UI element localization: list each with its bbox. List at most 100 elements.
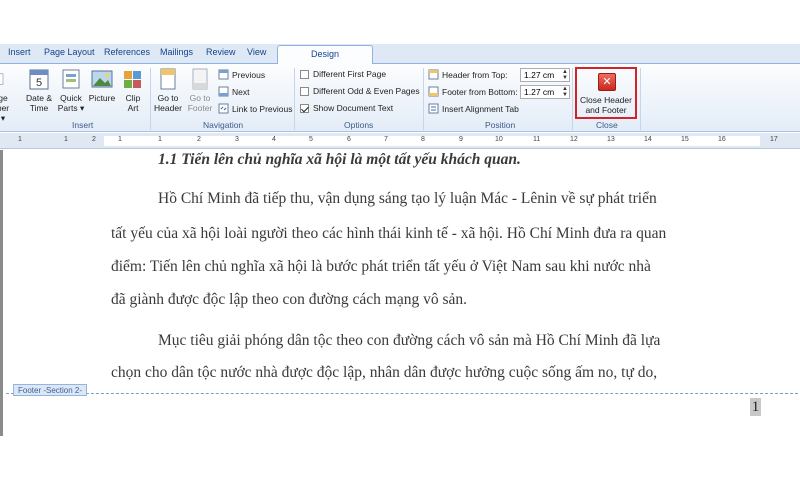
ruler-number: 2 [92, 136, 96, 143]
different-odd-even-checkbox[interactable]: Different Odd & Even Pages [300, 86, 420, 96]
group-label-insert: Insert [72, 120, 94, 130]
show-document-text-label: Show Document Text [313, 103, 394, 113]
picture-button[interactable]: Picture [86, 67, 118, 103]
go-to-footer-label-1: Go to [189, 93, 211, 103]
go-to-footer-icon [192, 68, 208, 90]
quick-parts-button[interactable]: Quick Parts ▾ [56, 67, 86, 113]
ruler-number: 1 [64, 136, 68, 143]
ruler-number: 1 [118, 136, 122, 143]
header-position-icon [428, 69, 439, 80]
insert-alignment-tab-label: Insert Alignment Tab [442, 103, 519, 114]
tab-page-layout[interactable]: Page Layout [44, 47, 95, 57]
insert-alignment-tab-button[interactable]: Insert Alignment Tab [428, 103, 519, 114]
section-heading: 1.1 Tiến lên chủ nghĩa xã hội là một tất… [158, 151, 521, 168]
close-icon: ✕ [598, 73, 616, 91]
go-to-footer-label-2: Footer [187, 103, 213, 113]
footer-position-icon [428, 86, 439, 97]
paragraph-line: đã giành được độc lập theo con đường các… [111, 291, 468, 308]
tab-review[interactable]: Review [206, 47, 236, 57]
word-window: Insert Page Layout References Mailings R… [0, 44, 800, 436]
paragraph-line: tất yếu của xã hội loài người theo các h… [111, 225, 667, 242]
go-to-header-label-1: Go to [157, 93, 179, 103]
page-number-icon [0, 73, 4, 85]
ribbon: ge ber ▾ 5 Date & Time Quick Parts ▾ Pic… [0, 64, 800, 132]
ruler-number: 13 [607, 136, 615, 143]
quick-parts-icon [62, 69, 80, 89]
spinner-arrows-icon[interactable]: ▲ ▼ [562, 86, 568, 98]
group-separator [150, 68, 151, 130]
ruler-number: 14 [644, 136, 652, 143]
paragraph-line: Hồ Chí Minh đã tiếp thu, vận dụng sáng t… [158, 190, 657, 207]
close-header-footer-label: Close Header and Footer [577, 95, 635, 115]
ruler-number: 16 [718, 136, 726, 143]
page-number-label: ge [0, 93, 8, 103]
link-to-previous-label: Link to Previous [232, 103, 293, 114]
ruler-number: 8 [421, 136, 425, 143]
date-time-label-2: Time [29, 103, 49, 113]
paragraph-line: Mục tiêu giải phóng dân tộc theo con đườ… [158, 332, 661, 349]
clip-art-label-1: Clip [125, 93, 141, 103]
footer-section-tag: Footer -Section 2- [13, 384, 88, 396]
horizontal-ruler[interactable]: 1 1 2 1 1 2 3 4 5 6 7 8 9 10 11 12 13 14… [0, 133, 800, 149]
close-label-2: and Footer [585, 105, 627, 115]
checkbox-box-checked[interactable] [300, 103, 309, 113]
link-to-previous-button[interactable]: Link to Previous [218, 103, 292, 114]
header-from-top-input[interactable]: 1.27 cm ▲ ▼ [520, 68, 570, 82]
go-to-header-button[interactable]: Go to Header [153, 67, 183, 113]
page-number-field[interactable]: 1 [750, 398, 761, 416]
quick-parts-label-2: Parts [57, 103, 78, 113]
next-label: Next [232, 86, 250, 97]
tab-view[interactable]: View [247, 47, 266, 57]
tab-insert[interactable]: Insert [8, 47, 31, 57]
previous-section-icon [218, 69, 229, 80]
footer-from-bottom-label: Footer from Bottom: [442, 86, 518, 97]
different-first-page-checkbox[interactable]: Different First Page [300, 69, 386, 79]
clip-art-button[interactable]: Clip Art [120, 67, 146, 113]
group-separator [423, 68, 424, 130]
tab-references[interactable]: References [104, 47, 150, 57]
group-label-position: Position [485, 120, 516, 130]
date-time-button[interactable]: 5 Date & Time [24, 67, 54, 113]
ruler-number: 2 [197, 136, 201, 143]
next-button[interactable]: Next [218, 86, 249, 97]
close-label-1: Close Header [580, 95, 632, 105]
group-separator [572, 68, 573, 130]
clip-art-icon [124, 71, 141, 88]
footer-boundary [6, 393, 800, 394]
header-from-top-value: 1.27 cm [524, 70, 555, 80]
ruler-number: 3 [235, 136, 239, 143]
group-label-navigation: Navigation [203, 120, 244, 130]
group-separator [640, 68, 641, 130]
go-to-footer-button[interactable]: Go to Footer [185, 67, 215, 113]
previous-label: Previous [232, 69, 266, 80]
show-document-text-checkbox[interactable]: Show Document Text [300, 103, 393, 113]
ruler-number: 1 [18, 136, 22, 143]
page-number-button[interactable]: ge ber ▾ [0, 67, 10, 123]
close-header-footer-button[interactable]: ✕ Close Header and Footer [575, 67, 637, 119]
go-to-header-icon [160, 68, 176, 90]
checkbox-box[interactable] [300, 86, 309, 96]
different-odd-even-label: Different Odd & Even Pages [313, 86, 420, 96]
paragraph-line: điểm: Tiến lên chủ nghĩa xã hội là bước … [111, 258, 651, 275]
previous-button[interactable]: Previous [218, 69, 265, 80]
paragraph-line: chọn cho dân tộc nước nhà được độc lập, … [111, 364, 658, 381]
ruler-number: 1 [158, 136, 162, 143]
ruler-number: 9 [459, 136, 463, 143]
ruler-number: 4 [272, 136, 276, 143]
group-label-close: Close [596, 120, 618, 130]
checkbox-box[interactable] [300, 69, 309, 79]
ribbon-tabs: Insert Page Layout References Mailings R… [0, 44, 800, 65]
footer-from-bottom-input[interactable]: 1.27 cm ▲ ▼ [520, 85, 570, 99]
ruler-text-area [104, 136, 760, 146]
ruler-number: 7 [384, 136, 388, 143]
svg-text:5: 5 [36, 77, 42, 89]
ruler-number: 15 [681, 136, 689, 143]
picture-icon [91, 70, 113, 88]
footer-from-bottom-row: Footer from Bottom: [428, 86, 518, 97]
document-page[interactable]: 1.1 Tiến lên chủ nghĩa xã hội là một tất… [0, 150, 800, 436]
tab-design[interactable]: Design [277, 45, 373, 65]
group-label-options: Options [344, 120, 374, 130]
spinner-arrows-icon[interactable]: ▲ ▼ [562, 69, 568, 81]
tab-mailings[interactable]: Mailings [160, 47, 193, 57]
header-from-top-label: Header from Top: [442, 69, 508, 80]
